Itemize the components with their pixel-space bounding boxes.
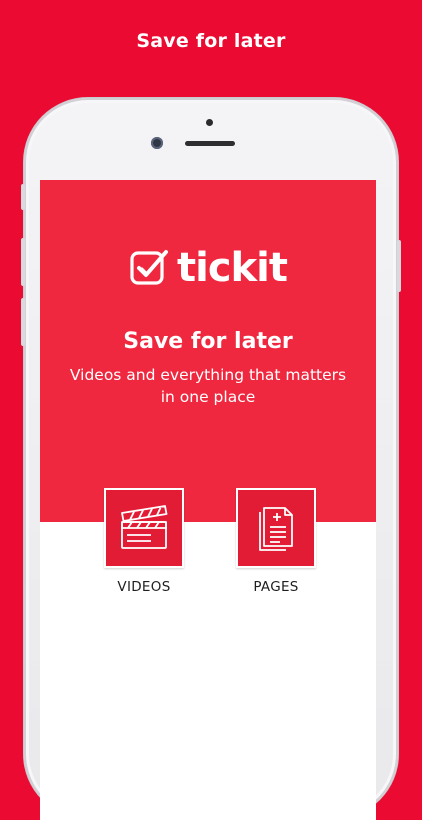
pages-add-icon — [259, 507, 293, 551]
promo-headline: Save for later — [136, 30, 286, 52]
phone-power-button — [397, 240, 401, 292]
phone-earpiece-speaker — [185, 141, 235, 146]
logo-wordmark: tickit — [177, 245, 288, 291]
checkbox-logo-icon — [130, 250, 168, 285]
phone-frame: tickit Save for later Videos and everyth… — [21, 98, 401, 820]
phone-mute-switch — [21, 184, 25, 210]
clapperboard-icon — [121, 505, 168, 549]
videos-button[interactable] — [104, 488, 184, 568]
phone-front-camera — [151, 137, 163, 149]
pages-label: PAGES — [253, 579, 299, 595]
pages-button[interactable] — [236, 488, 316, 568]
tickit-logo: tickit — [40, 248, 376, 288]
page-subtitle: Videos and everything that matters in on… — [69, 366, 347, 406]
app-screen: tickit Save for later Videos and everyth… — [40, 180, 376, 820]
videos-label: VIDEOS — [117, 579, 171, 595]
phone-volume-down-button — [21, 298, 25, 346]
phone-volume-up-button — [21, 238, 25, 286]
page-title: Save for later — [123, 329, 293, 354]
phone-proximity-sensor — [206, 119, 213, 126]
